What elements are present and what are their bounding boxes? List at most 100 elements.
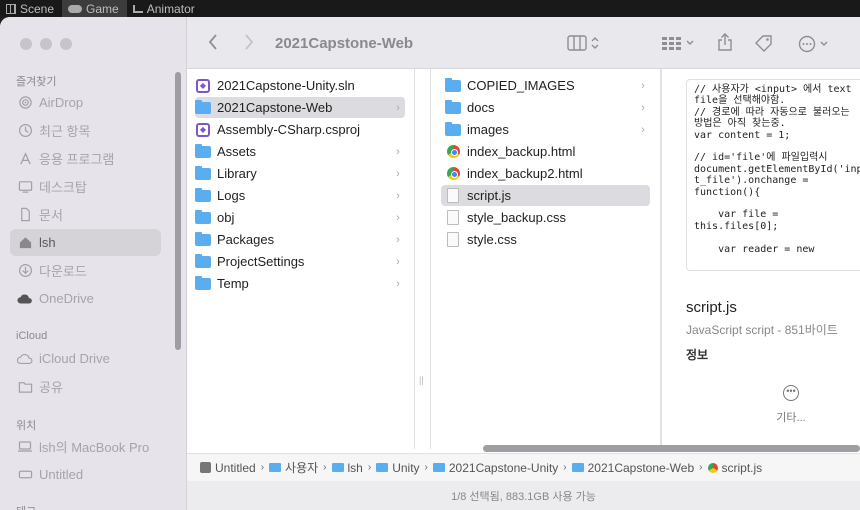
file-name: Library: [217, 166, 257, 181]
breadcrumb-item[interactable]: Unity: [376, 461, 420, 475]
list-item[interactable]: images ›: [445, 119, 650, 140]
column-resize-handle[interactable]: ||: [419, 375, 424, 385]
list-item[interactable]: script.js: [441, 185, 650, 206]
breadcrumb-item[interactable]: 2021Capstone-Unity: [432, 461, 558, 475]
sidebar-item-recents[interactable]: 최근 항목: [10, 117, 161, 144]
list-item[interactable]: index_backup2.html: [445, 163, 650, 184]
window-title: 2021Capstone-Web: [275, 35, 414, 52]
folder-icon: [331, 463, 344, 472]
sidebar-item-airdrop[interactable]: AirDrop: [10, 89, 161, 116]
list-item[interactable]: ◆ Assembly-CSharp.csproj: [195, 119, 405, 140]
breadcrumb-item[interactable]: 사용자: [269, 459, 318, 476]
folder-icon: [376, 463, 389, 472]
chevron-right-icon: ›: [396, 145, 400, 158]
horizontal-scrollbar[interactable]: [483, 445, 860, 452]
chevron-right-icon: ›: [641, 79, 645, 92]
breadcrumb-label: 사용자: [285, 461, 319, 475]
more-label: 기타...: [776, 412, 806, 424]
clock-icon: [17, 123, 33, 139]
chevron-right-icon: [245, 34, 254, 50]
sidebar-item-untitled[interactable]: Untitled: [10, 461, 161, 488]
unity-tab-game[interactable]: Game: [62, 0, 127, 17]
sidebar-item-icloud-drive[interactable]: iCloud Drive: [10, 345, 161, 372]
list-item[interactable]: Assets ›: [195, 141, 405, 162]
preview-info-heading: 정보: [686, 348, 709, 362]
view-mode-button[interactable]: [567, 35, 601, 51]
list-item[interactable]: docs ›: [445, 97, 650, 118]
list-item[interactable]: ProjectSettings ›: [195, 251, 405, 272]
sidebar-scrollbar[interactable]: [175, 72, 181, 350]
chevron-right-icon: ›: [641, 101, 645, 114]
chevron-right-icon: ›: [396, 233, 400, 246]
list-item[interactable]: COPIED_IMAGES ›: [445, 75, 650, 96]
sidebar-item-label: 다운로드: [39, 264, 87, 279]
columns-view-icon: [567, 35, 599, 51]
list-item[interactable]: index_backup.html: [445, 141, 650, 162]
folder-icon: [195, 187, 211, 204]
preview-file-kind: JavaScript script - 851바이트: [686, 323, 838, 337]
file-name: Logs: [217, 188, 246, 203]
breadcrumb-item[interactable]: 2021Capstone-Web: [571, 460, 695, 475]
breadcrumb-label: 2021Capstone-Web: [587, 460, 695, 475]
folder-icon: [195, 253, 211, 270]
chevron-right-icon: ›: [396, 277, 400, 290]
unity-tab-label: Game: [86, 1, 119, 16]
breadcrumb-item[interactable]: lsh: [331, 461, 363, 475]
list-item[interactable]: Packages ›: [195, 229, 405, 250]
list-item[interactable]: Temp ›: [195, 273, 405, 294]
list-item[interactable]: 2021Capstone-Web ›: [195, 97, 405, 118]
tag-button[interactable]: [754, 34, 774, 52]
list-item[interactable]: Logs ›: [195, 185, 405, 206]
folder-icon: [195, 99, 211, 116]
list-item[interactable]: style_backup.css: [445, 207, 650, 228]
list-item[interactable]: obj ›: [195, 207, 405, 228]
list-item[interactable]: style.css: [445, 229, 650, 250]
sidebar-item-macbook[interactable]: lsh의 MacBook Pro: [10, 433, 161, 460]
disk-icon: [17, 467, 33, 483]
list-item[interactable]: Library ›: [195, 163, 405, 184]
file-name: style_backup.css: [467, 210, 566, 225]
file-name: obj: [217, 210, 235, 225]
more-actions-button[interactable]: [798, 35, 834, 53]
folder-icon: [445, 121, 461, 138]
file-name: docs: [467, 100, 495, 115]
sidebar-item-documents[interactable]: 문서: [10, 201, 161, 228]
sidebar-item-desktop[interactable]: 데스크탑: [10, 173, 161, 200]
window-controls: [20, 38, 72, 50]
folder-icon: [195, 209, 211, 226]
disk-icon: [200, 462, 211, 473]
chrome-icon: [445, 166, 461, 182]
sidebar-heading-tags: 태그: [16, 503, 36, 510]
visual-studio-icon: ◆: [195, 78, 211, 94]
file-name: images: [467, 122, 509, 137]
list-item[interactable]: ◆ 2021Capstone-Unity.sln: [195, 75, 405, 96]
sidebar-item-applications[interactable]: 응용 프로그램: [10, 145, 161, 172]
breadcrumb-item[interactable]: script.js: [707, 460, 763, 475]
group-button[interactable]: [661, 35, 697, 51]
file-name: script.js: [467, 188, 512, 203]
shared-folder-icon: [17, 379, 33, 395]
unity-tab-scene[interactable]: Scene: [0, 0, 62, 17]
sidebar-item-onedrive[interactable]: OneDrive: [10, 285, 161, 312]
close-window-button[interactable]: [20, 38, 32, 50]
finder-window: 즐겨찾기 AirDrop 최근 항목 응용 프로그램 데스크탑 문서 lsh 다…: [0, 17, 860, 510]
share-button[interactable]: [717, 32, 733, 52]
forward-button[interactable]: [243, 33, 255, 51]
home-icon: [17, 235, 33, 251]
css-file-icon: [445, 232, 461, 248]
chevron-right-icon: ›: [396, 211, 400, 224]
unity-tab-animator[interactable]: Animator: [127, 0, 203, 17]
breadcrumb-item[interactable]: Untitled: [200, 461, 256, 475]
sidebar-item-downloads[interactable]: 다운로드: [10, 257, 161, 284]
minimize-window-button[interactable]: [40, 38, 52, 50]
zoom-window-button[interactable]: [60, 38, 72, 50]
more-button[interactable]: ••• 기타...: [771, 385, 811, 425]
sidebar-item-home[interactable]: lsh: [10, 229, 161, 256]
breadcrumb-label: script.js: [721, 460, 763, 475]
back-button[interactable]: [207, 33, 219, 51]
grid-icon: [662, 37, 694, 50]
file-name: index_backup2.html: [467, 166, 583, 181]
sidebar-item-shared[interactable]: 공유: [10, 373, 161, 400]
sidebar-item-label: AirDrop: [39, 95, 84, 110]
download-icon: [17, 263, 33, 279]
